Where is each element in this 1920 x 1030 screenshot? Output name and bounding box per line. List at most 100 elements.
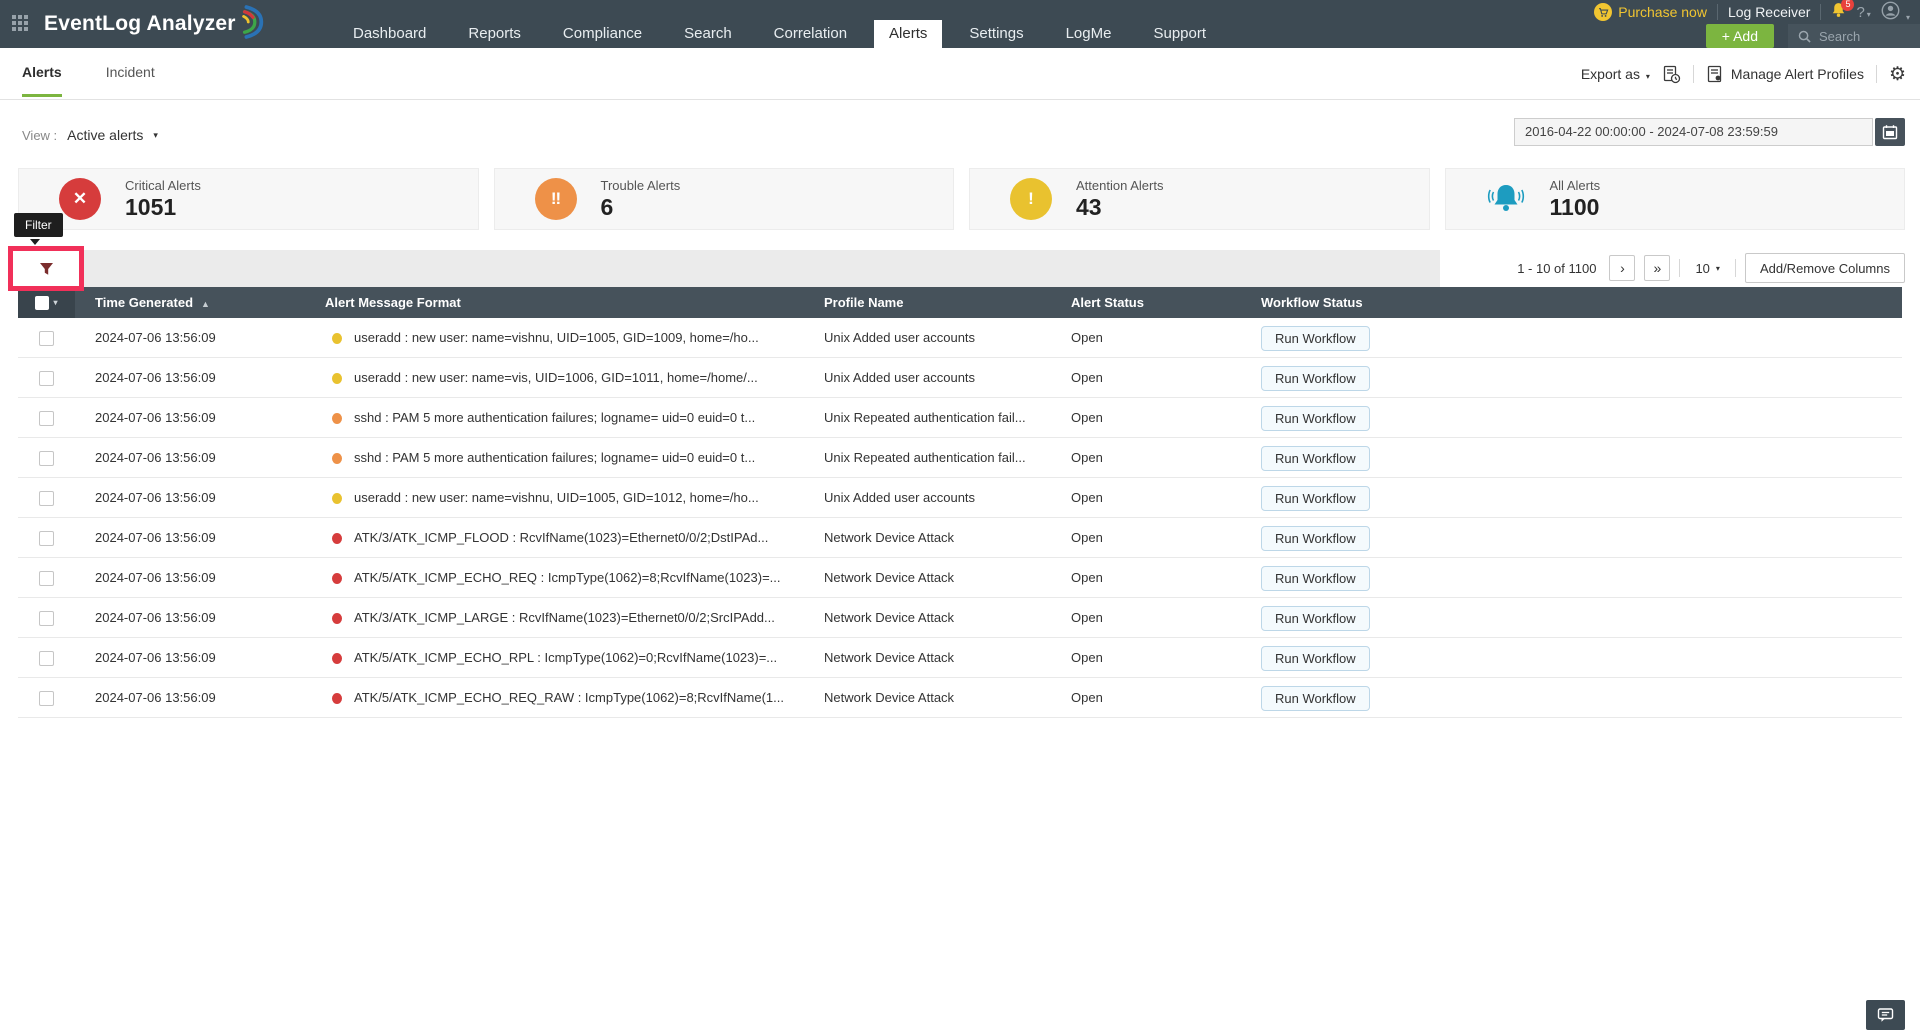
nav-item-reports[interactable]: Reports (453, 20, 536, 48)
row-message[interactable]: sshd : PAM 5 more authentication failure… (354, 398, 824, 438)
row-message[interactable]: ATK/5/ATK_ICMP_ECHO_REQ : IcmpType(1062)… (354, 558, 824, 598)
table-row[interactable]: 2024-07-06 13:56:09 ATK/3/ATK_ICMP_FLOOD… (18, 518, 1902, 558)
date-range-value[interactable]: 2016-04-22 00:00:00 - 2024-07-08 23:59:5… (1514, 118, 1873, 146)
row-checkbox[interactable] (39, 571, 54, 586)
table-row[interactable]: 2024-07-06 13:56:09 ATK/5/ATK_ICMP_ECHO_… (18, 678, 1902, 718)
col-header-workflow-status[interactable]: Workflow Status (1261, 287, 1363, 318)
chat-bubble-icon (1877, 1007, 1894, 1023)
row-check-cell (18, 398, 75, 438)
tab-actions: Export as ▾ Manage Alert Profiles ⚙ (1581, 48, 1906, 100)
run-workflow-button[interactable]: Run Workflow (1261, 326, 1370, 351)
manage-alert-profiles-button[interactable]: Manage Alert Profiles (1706, 65, 1864, 83)
run-workflow-button[interactable]: Run Workflow (1261, 366, 1370, 391)
row-message[interactable]: ATK/5/ATK_ICMP_ECHO_REQ_RAW : IcmpType(1… (354, 678, 824, 718)
row-checkbox[interactable] (39, 331, 54, 346)
select-all-checkbox[interactable] (35, 296, 49, 310)
run-workflow-button[interactable]: Run Workflow (1261, 686, 1370, 711)
run-workflow-button[interactable]: Run Workflow (1261, 486, 1370, 511)
run-workflow-button[interactable]: Run Workflow (1261, 606, 1370, 631)
trouble-alerts-card[interactable]: !! Trouble Alerts 6 (494, 168, 955, 230)
tab-alerts[interactable]: Alerts (22, 48, 62, 97)
nav-item-logme[interactable]: LogMe (1051, 20, 1127, 48)
page-size-selector[interactable]: 10▾ (1695, 261, 1719, 276)
table-row[interactable]: 2024-07-06 13:56:09 sshd : PAM 5 more au… (18, 438, 1902, 478)
table-row[interactable]: 2024-07-06 13:56:09 sshd : PAM 5 more au… (18, 398, 1902, 438)
row-message[interactable]: ATK/5/ATK_ICMP_ECHO_RPL : IcmpType(1062)… (354, 638, 824, 678)
nav-item-settings[interactable]: Settings (954, 20, 1038, 48)
log-receiver-link[interactable]: Log Receiver (1728, 4, 1811, 20)
row-check-cell (18, 318, 75, 358)
all-alerts-card[interactable]: All Alerts 1100 (1445, 168, 1906, 230)
export-as-button[interactable]: Export as ▾ (1581, 66, 1650, 82)
nav-item-compliance[interactable]: Compliance (548, 20, 657, 48)
notifications-bell-icon[interactable]: 5 (1831, 2, 1846, 23)
run-workflow-button[interactable]: Run Workflow (1261, 446, 1370, 471)
caret-down-icon[interactable]: ▾ (153, 130, 158, 141)
nav-item-dashboard[interactable]: Dashboard (338, 20, 441, 48)
table-row[interactable]: 2024-07-06 13:56:09 useradd : new user: … (18, 358, 1902, 398)
table-row[interactable]: 2024-07-06 13:56:09 useradd : new user: … (18, 318, 1902, 358)
chat-support-button[interactable] (1866, 1000, 1905, 1030)
row-checkbox[interactable] (39, 691, 54, 706)
col-header-profile-name[interactable]: Profile Name (824, 287, 903, 318)
row-workflow-cell: Run Workflow (1261, 558, 1561, 598)
row-checkbox[interactable] (39, 651, 54, 666)
tab-incident[interactable]: Incident (106, 48, 155, 97)
filter-button-highlighted[interactable] (8, 246, 84, 291)
row-message[interactable]: useradd : new user: name=vishnu, UID=100… (354, 478, 824, 518)
row-message[interactable]: ATK/3/ATK_ICMP_LARGE : RcvIfName(1023)=E… (354, 598, 824, 638)
critical-alerts-card[interactable]: ✕ Critical Alerts 1051 (18, 168, 479, 230)
row-checkbox[interactable] (39, 411, 54, 426)
calendar-button[interactable] (1875, 118, 1905, 146)
card-label: Attention Alerts (1076, 178, 1163, 193)
run-workflow-button[interactable]: Run Workflow (1261, 406, 1370, 431)
row-message[interactable]: useradd : new user: name=vis, UID=1006, … (354, 358, 824, 398)
table-row[interactable]: 2024-07-06 13:56:09 ATK/3/ATK_ICMP_LARGE… (18, 598, 1902, 638)
nav-item-correlation[interactable]: Correlation (759, 20, 862, 48)
user-menu[interactable]: ▾ (1881, 1, 1910, 24)
header-search-box[interactable] (1788, 24, 1920, 48)
col-header-time-generated[interactable]: Time Generated▲ (95, 287, 210, 318)
apps-grid-icon[interactable] (12, 15, 28, 31)
attention-alerts-card[interactable]: ! Attention Alerts 43 (969, 168, 1430, 230)
caret-down-icon[interactable]: ▾ (53, 287, 57, 318)
col-header-alert-message-format[interactable]: Alert Message Format (325, 287, 461, 318)
severity-dot-cell (332, 478, 344, 518)
purchase-now-link[interactable]: Purchase now (1594, 3, 1707, 21)
add-remove-columns-button[interactable]: Add/Remove Columns (1745, 253, 1905, 283)
row-checkbox[interactable] (39, 531, 54, 546)
settings-gear-icon[interactable]: ⚙ (1889, 63, 1906, 86)
add-button[interactable]: + Add (1706, 24, 1774, 48)
row-checkbox[interactable] (39, 371, 54, 386)
row-checkbox[interactable] (39, 491, 54, 506)
run-workflow-button[interactable]: Run Workflow (1261, 566, 1370, 591)
col-header-alert-status[interactable]: Alert Status (1071, 287, 1144, 318)
table-row[interactable]: 2024-07-06 13:56:09 ATK/5/ATK_ICMP_ECHO_… (18, 558, 1902, 598)
row-workflow-cell: Run Workflow (1261, 678, 1561, 718)
row-message[interactable]: ATK/3/ATK_ICMP_FLOOD : RcvIfName(1023)=E… (354, 518, 824, 558)
table-row[interactable]: 2024-07-06 13:56:09 ATK/5/ATK_ICMP_ECHO_… (18, 638, 1902, 678)
alert-summary-cards: ✕ Critical Alerts 1051 !! Trouble Alerts… (18, 168, 1905, 230)
row-checkbox[interactable] (39, 611, 54, 626)
view-bar: View : Active alerts ▾ (22, 118, 158, 152)
row-message[interactable]: sshd : PAM 5 more authentication failure… (354, 438, 824, 478)
run-workflow-button[interactable]: Run Workflow (1261, 526, 1370, 551)
next-page-button[interactable]: › (1609, 255, 1635, 281)
help-menu[interactable]: ?▾ (1856, 4, 1870, 21)
divider (1679, 259, 1680, 277)
view-selector[interactable]: Active alerts (67, 127, 143, 143)
brand[interactable]: EventLog Analyzer (44, 0, 266, 48)
search-input[interactable] (1819, 29, 1909, 44)
nav-item-alerts[interactable]: Alerts (874, 20, 942, 48)
schedule-export-icon[interactable] (1662, 65, 1681, 84)
nav-item-search[interactable]: Search (669, 20, 747, 48)
row-message[interactable]: useradd : new user: name=vishnu, UID=100… (354, 318, 824, 358)
row-status: Open (1071, 638, 1241, 678)
run-workflow-button[interactable]: Run Workflow (1261, 646, 1370, 671)
help-icon: ? (1856, 4, 1864, 21)
nav-item-support[interactable]: Support (1138, 20, 1221, 48)
last-page-button[interactable]: » (1644, 255, 1670, 281)
table-row[interactable]: 2024-07-06 13:56:09 useradd : new user: … (18, 478, 1902, 518)
table-body: 2024-07-06 13:56:09 useradd : new user: … (18, 318, 1902, 718)
row-checkbox[interactable] (39, 451, 54, 466)
